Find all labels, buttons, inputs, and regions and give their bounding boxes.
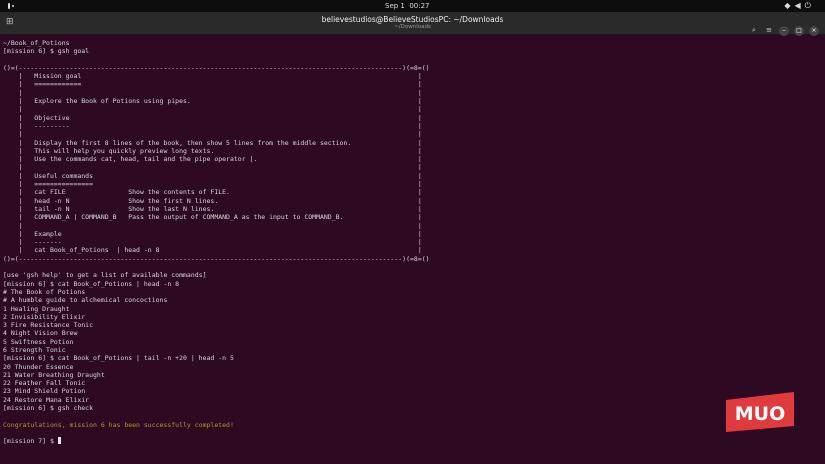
- terminal-line: | |: [3, 221, 422, 230]
- terminal-line: 1 Healing Draught: [3, 304, 70, 313]
- terminal-line: | cat FILE Show the contents of FILE. |: [3, 188, 422, 197]
- system-tray[interactable]: ◆◀⏻: [784, 1, 815, 11]
- terminal-line: | cat Book_of_Potions | head -n 8 |: [3, 246, 422, 255]
- terminal-line: | =============== |: [3, 180, 422, 189]
- terminal-line: 20 Thunder Essence: [3, 362, 74, 371]
- terminal-line: ()=(------------------------------------…: [3, 63, 430, 72]
- terminal-line: # The Book of Potions: [3, 287, 86, 296]
- terminal-line: | Use the commands cat, head, tail and t…: [3, 155, 422, 164]
- terminal-line: | Useful commands |: [3, 171, 422, 180]
- terminal-line: | Display the first 8 lines of the book,…: [3, 138, 422, 147]
- close-icon[interactable]: ×: [809, 26, 819, 36]
- prompt-line[interactable]: [mission 7] $: [3, 437, 430, 445]
- terminal-line: | This will help you quickly preview lon…: [3, 146, 422, 155]
- clock[interactable]: Sep 1 00:27: [385, 2, 430, 10]
- success-message: Congratulations, mission 6 has been succ…: [3, 420, 234, 429]
- terminal-line: 5 Swiftness Potion: [3, 337, 74, 346]
- terminal-line: | ============ |: [3, 80, 422, 89]
- terminal-line: [mission 6] $ cat Book_of_Potions | tail…: [3, 354, 234, 363]
- terminal-line: [mission 6] $ gsh goal: [3, 47, 90, 56]
- maximize-icon[interactable]: □: [794, 26, 804, 36]
- terminal-line: # A humble guide to alchemical concoctio…: [3, 296, 168, 305]
- terminal-line: [mission 6] $ gsh check: [3, 404, 94, 413]
- terminal-line: 24 Restore Mana Elixir: [3, 395, 90, 404]
- terminal-line: [mission 6] $ cat Book_of_Potions | head…: [3, 279, 180, 288]
- network-icon[interactable]: ◆: [784, 1, 794, 10]
- prompt-text: [mission 7] $: [3, 437, 58, 446]
- muo-watermark: MUO: [726, 392, 794, 432]
- terminal-line: | Objective |: [3, 113, 422, 122]
- terminal-line: | Explore the Book of Potions using pipe…: [3, 97, 422, 106]
- window-title: believestudios@BelieveStudiosPC: ~/Downl…: [321, 15, 504, 24]
- terminal-line: | --------- |: [3, 121, 422, 130]
- terminal-line: ~/Book_of_Potions: [3, 39, 70, 47]
- volume-icon[interactable]: ◀: [795, 1, 805, 10]
- terminal-line: | ------- |: [3, 238, 422, 247]
- minimize-icon[interactable]: –: [779, 26, 789, 36]
- terminal-line: | tail -n N Show the last N lines. |: [3, 204, 422, 213]
- terminal-line: [use 'gsh help' to get a list of availab…: [3, 271, 207, 280]
- system-top-bar: Sep 1 00:27 ◆◀⏻: [0, 0, 825, 12]
- terminal-line: | head -n N Show the first N lines. |: [3, 196, 422, 205]
- terminal-line: | |: [3, 163, 422, 172]
- activities-icon[interactable]: [8, 3, 20, 9]
- terminal-line: 4 Night Vision Brew: [3, 329, 78, 338]
- terminal-line: | |: [3, 88, 422, 97]
- power-icon[interactable]: ⏻: [805, 1, 815, 10]
- terminal-line: | Mission goal |: [3, 72, 422, 81]
- window-subtitle: ~/Downloads: [394, 24, 431, 30]
- terminal-line: | |: [3, 105, 422, 114]
- terminal-line: 21 Water Breathing Draught: [3, 370, 105, 379]
- terminal-line: 23 Mind Shield Potion: [3, 387, 86, 396]
- terminal-line: | COMMAND_A | COMMAND_B Pass the output …: [3, 213, 422, 222]
- terminal-titlebar[interactable]: ⊞ believestudios@BelieveStudiosPC: ~/Dow…: [0, 12, 825, 36]
- watermark-text: MUO: [735, 403, 786, 425]
- terminal-line: 6 Strength Tonic: [3, 345, 66, 354]
- search-icon[interactable]: ⌕: [749, 25, 759, 35]
- menu-icon[interactable]: ≡: [764, 25, 774, 35]
- terminal-line: 3 Fire Resistance Tonic: [3, 321, 94, 330]
- terminal-line: 22 Feather Fall Tonic: [3, 379, 86, 388]
- cursor: [57, 437, 61, 445]
- terminal-output[interactable]: ~/Book_of_Potions [mission 6] $ gsh goal (…: [3, 39, 430, 446]
- terminal-line: | Example |: [3, 229, 422, 238]
- terminal-line: | |: [3, 130, 422, 139]
- terminal-line: 2 Invisibility Elixir: [3, 312, 86, 321]
- terminal-line: ()=(------------------------------------…: [3, 254, 430, 263]
